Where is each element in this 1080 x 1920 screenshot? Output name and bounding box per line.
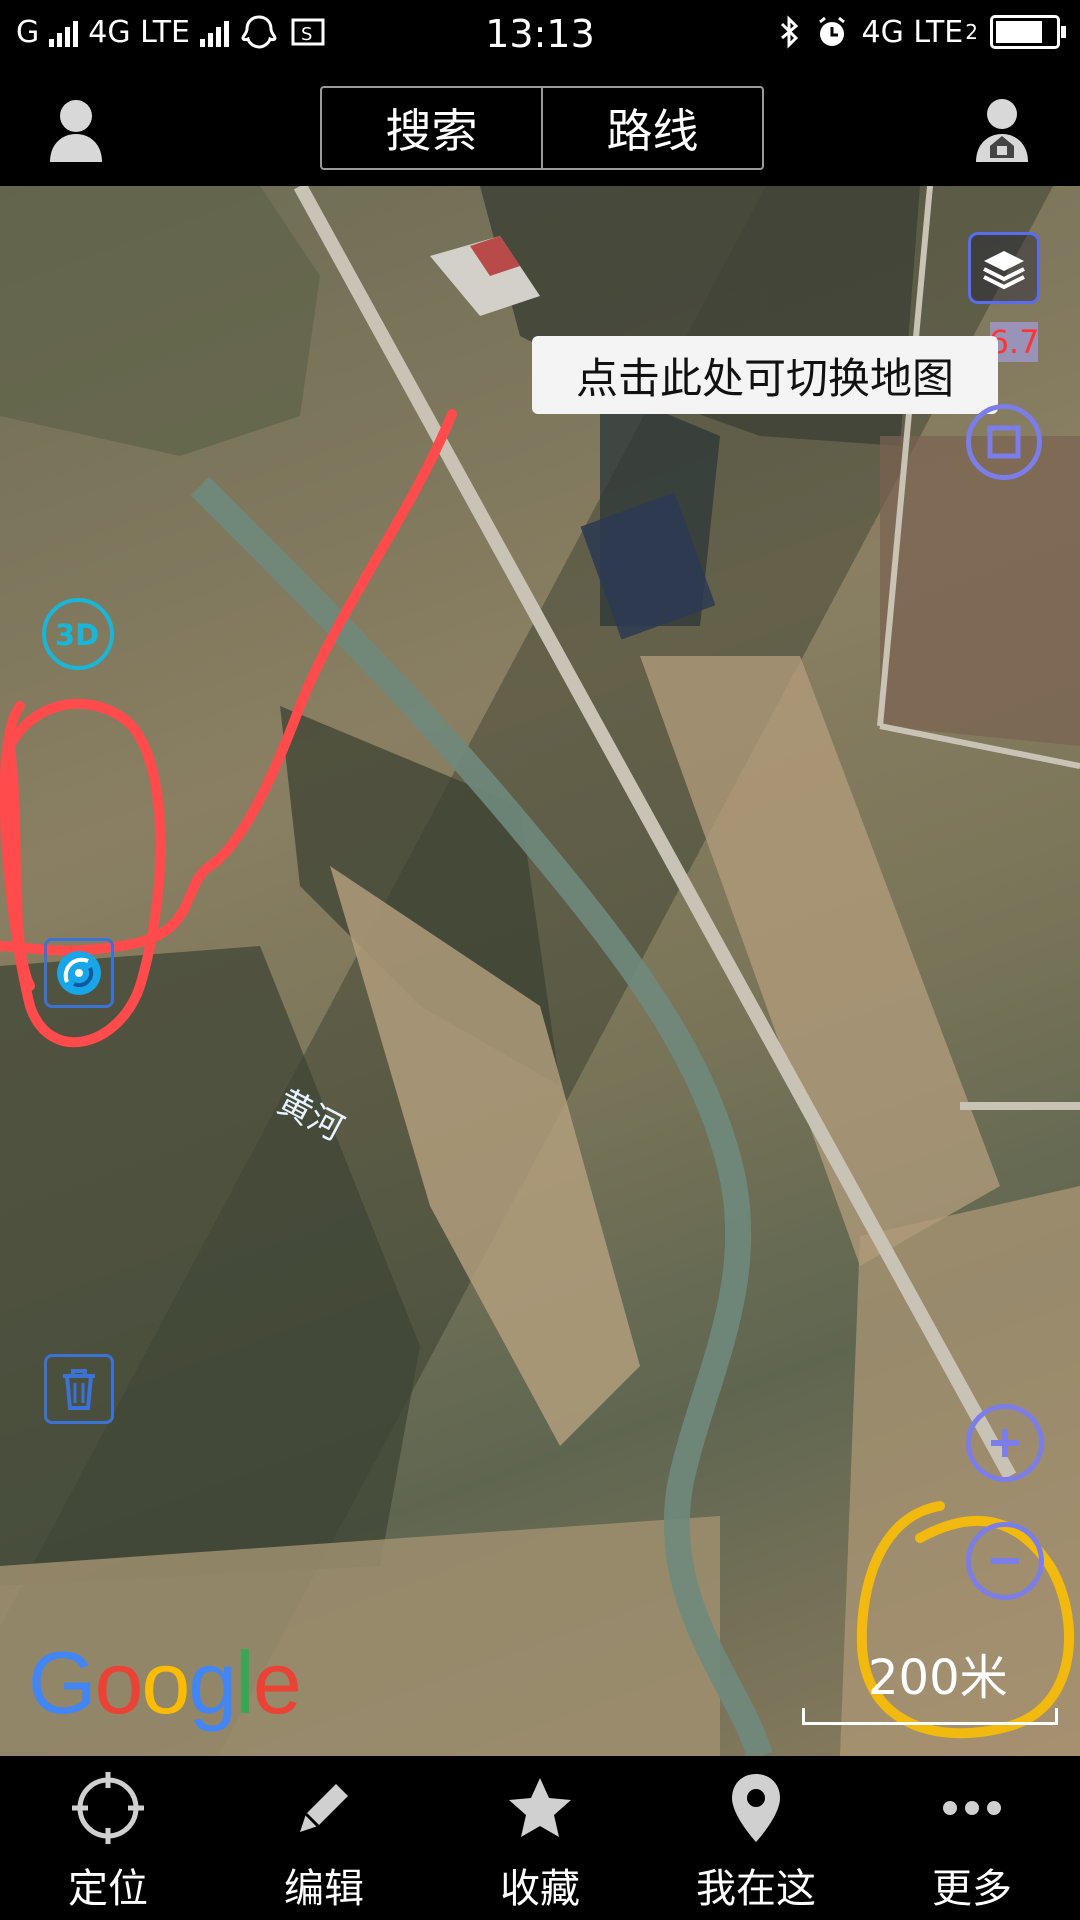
svg-text:3D: 3D [55,618,99,652]
nav-edit[interactable]: 编辑 [216,1756,432,1920]
zoom-out-button[interactable] [966,1522,1044,1600]
nav-more[interactable]: 更多 [864,1756,1080,1920]
star-icon [509,1778,571,1837]
navigation-button[interactable] [44,938,114,1008]
trash-icon [63,1369,95,1410]
nav-locate-label: 定位 [68,1866,148,1912]
clear-button[interactable] [44,1354,114,1424]
alarm-clock-icon [818,16,845,46]
map-switch-tooltip: 点击此处可切换地图 [532,336,998,414]
nav-more-label: 更多 [932,1866,1012,1912]
scale-bar [802,1708,1058,1725]
zoom-out-icon [991,1558,1019,1564]
tab-route[interactable]: 路线 [541,88,762,168]
pencil-icon [300,1784,348,1832]
3d-toggle-icon: 3D [55,618,99,652]
tab-switcher: 搜索 路线 [320,86,764,170]
zoom-in-button[interactable] [966,1404,1044,1482]
square-select-button[interactable] [966,404,1042,480]
satellite-map[interactable]: 6.7 点击此处可切换地图 3D 黄河 Google 200米 [0,186,1080,1756]
3d-toggle-button[interactable]: 3D [42,598,114,670]
user-avatar-icon[interactable] [46,94,106,164]
map-imagery [0,186,1080,1756]
status-bar: G 4G LTE S 13:13 4G LTE 2 [0,0,1080,72]
zoom-in-icon [991,1429,1019,1457]
layer-switch-button[interactable] [968,232,1040,304]
top-bar: 搜索 路线 [0,72,1080,186]
square-select-icon [987,425,1021,459]
nav-i-am-here[interactable]: 我在这 [648,1756,864,1920]
bottom-nav: 定位 编辑 收藏 我在这 更多 [0,1756,1080,1920]
bluetooth-icon [780,15,798,49]
navigation-sync-icon [57,951,101,995]
nav-favorite-label: 收藏 [500,1866,580,1912]
layers-icon [983,251,1025,290]
nav-locate[interactable]: 定位 [0,1756,216,1920]
more-dots-icon [943,1801,1001,1815]
google-logo: Google [28,1633,302,1732]
nav-favorite[interactable]: 收藏 [432,1756,648,1920]
nav-edit-label: 编辑 [284,1866,364,1912]
status-right: 4G LTE 2 [778,14,1066,50]
home-lock-icon[interactable] [972,94,1032,164]
nav-i-am-here-label: 我在这 [696,1866,816,1912]
battery-icon [990,15,1066,49]
network-label-2: 4G LTE [861,14,964,50]
locate-crosshair-icon [72,1772,144,1844]
sim-slot-label: 2 [965,20,978,44]
map-pin-icon [732,1774,780,1842]
tab-search[interactable]: 搜索 [322,88,541,168]
scale-label: 200米 [868,1650,1008,1706]
